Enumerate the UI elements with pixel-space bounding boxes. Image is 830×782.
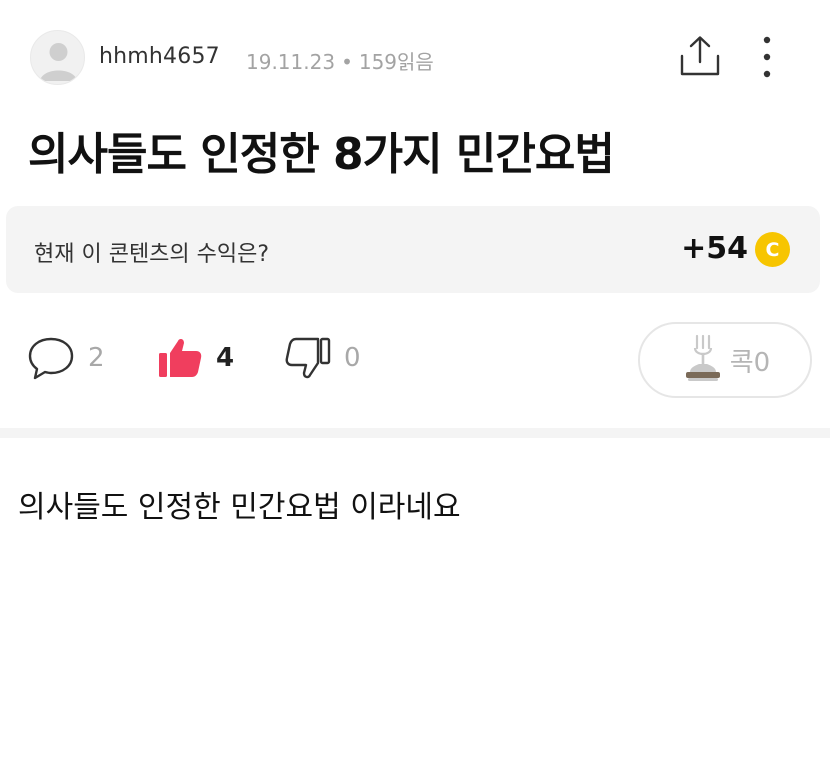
kok-label: 콕0 xyxy=(729,347,771,378)
kok-button[interactable]: 콕0 xyxy=(638,322,812,398)
thumbs-down-icon xyxy=(285,337,331,379)
view-count: 159읽음 xyxy=(358,50,434,74)
post-header: hhmh4657 19.11.23 • 159읽음 xyxy=(0,0,830,116)
post-page: hhmh4657 19.11.23 • 159읽음 의사들도 인정한 8가지 민간요… xyxy=(0,0,830,782)
revenue-value: +54 xyxy=(681,231,748,266)
like-button[interactable]: 4 xyxy=(156,318,234,398)
share-icon xyxy=(680,36,720,76)
avatar[interactable] xyxy=(30,30,85,85)
like-count: 4 xyxy=(216,343,235,373)
user-placeholder-icon xyxy=(40,43,77,81)
fork-icon xyxy=(685,334,720,381)
comment-button[interactable]: 2 xyxy=(26,318,105,398)
share-button[interactable] xyxy=(676,34,724,78)
thumbs-up-icon xyxy=(159,338,202,377)
dislike-button[interactable]: 0 xyxy=(284,318,361,398)
comment-bubble-icon xyxy=(28,337,74,380)
more-options-button[interactable] xyxy=(752,34,782,80)
meta-separator: • xyxy=(341,50,353,74)
post-body: 의사들도 인정한 민간요법 이라네요 xyxy=(18,490,461,525)
comment-count: 2 xyxy=(88,343,105,373)
dislike-count: 0 xyxy=(344,343,361,373)
username[interactable]: hhmh4657 xyxy=(99,44,220,69)
action-bar: 2 4 0 콕0 xyxy=(0,318,830,408)
coin-icon: C xyxy=(755,232,790,267)
post-meta: 19.11.23 • 159읽음 xyxy=(246,46,434,75)
revenue-label: 현재 이 콘텐츠의 수익은? xyxy=(34,242,270,267)
post-title: 의사들도 인정한 8가지 민간요법 xyxy=(28,129,615,180)
revenue-box[interactable]: 현재 이 콘텐츠의 수익은? +54 C xyxy=(6,206,820,293)
section-divider xyxy=(0,428,830,438)
post-date: 19.11.23 xyxy=(246,50,336,74)
more-vertical-icon xyxy=(763,36,771,78)
